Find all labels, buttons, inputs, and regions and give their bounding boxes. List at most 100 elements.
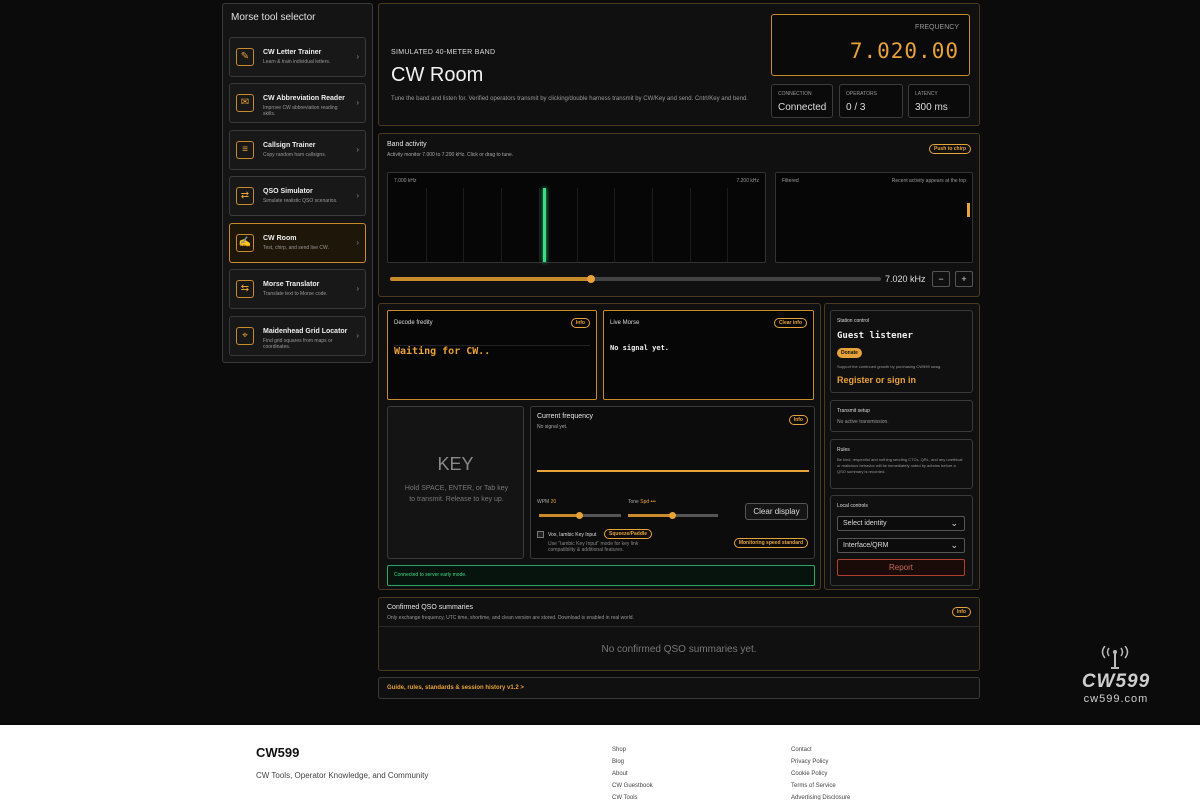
local-controls-title: Local controls bbox=[837, 503, 868, 509]
room-description: Tune the band and listen for. Verified o… bbox=[391, 96, 748, 102]
current-info-button[interactable]: Info bbox=[788, 415, 808, 425]
frequency-value: 7.020.00 bbox=[849, 39, 959, 63]
push-to-chirp-button[interactable]: Push to chirp bbox=[929, 144, 971, 154]
connection-status: Connected to server early mode. bbox=[387, 565, 815, 586]
qso-empty-state: No confirmed QSO summaries yet. bbox=[601, 644, 757, 655]
sidebar-item-desc: Translate text to Morse code. bbox=[263, 291, 328, 297]
connection-label: CONNECTION bbox=[778, 91, 812, 97]
iambic-checkbox[interactable] bbox=[537, 531, 544, 538]
register-link[interactable]: Register or sign in bbox=[837, 375, 916, 385]
tuner-slider[interactable] bbox=[390, 275, 881, 283]
chevron-down-icon: ⌄ bbox=[950, 518, 958, 528]
operators-value: 0 / 3 bbox=[846, 102, 866, 113]
signal-trace bbox=[537, 470, 809, 472]
wpm-slider[interactable] bbox=[539, 512, 621, 519]
footer-link[interactable]: About bbox=[612, 771, 628, 777]
sidebar-title: Morse tool selector bbox=[231, 12, 316, 23]
footer-link[interactable]: CW Guestbook bbox=[612, 783, 653, 789]
tool-icon: ⇄ bbox=[236, 187, 254, 205]
filtered-display: Filtered Recent activity appears at the … bbox=[775, 172, 973, 263]
iambic-description: Use "Iambic Key Input" mode for key link… bbox=[548, 541, 639, 553]
monitoring-speed-button[interactable]: Monitoring speed standard bbox=[733, 538, 808, 548]
footer-link[interactable]: Privacy Policy bbox=[791, 759, 828, 765]
tuner-fill bbox=[390, 277, 592, 281]
logo-url: cw599.com bbox=[1083, 693, 1149, 705]
transmit-title: Transmit setup bbox=[837, 408, 870, 414]
decode-info-button[interactable]: Info bbox=[570, 318, 590, 328]
squeeze-paddle-button[interactable]: Squeeze/Paddle bbox=[604, 529, 653, 539]
sidebar-item-label: CW Abbreviation Reader bbox=[263, 95, 345, 102]
footer-link[interactable]: CW Tools bbox=[612, 795, 638, 800]
tune-up-button[interactable]: + bbox=[955, 271, 973, 287]
chevron-right-icon: › bbox=[356, 98, 359, 107]
filtered-label: Filtered bbox=[782, 178, 799, 184]
tool-icon: ⌖ bbox=[236, 327, 254, 345]
page-title: CW Room bbox=[391, 64, 484, 86]
chevron-down-icon: ⌄ bbox=[950, 540, 958, 550]
tone-slider[interactable] bbox=[628, 512, 718, 519]
sidebar-item-maidenhead-grid-locator[interactable]: ⌖ Maidenhead Grid Locator Find grid square… bbox=[229, 316, 366, 356]
site-footer: CW599 CW Tools, Operator Knowledge, and … bbox=[0, 725, 1200, 800]
tune-down-button[interactable]: − bbox=[932, 271, 950, 287]
donate-button[interactable]: Donate bbox=[837, 348, 862, 358]
footer-link[interactable]: Cookie Policy bbox=[791, 771, 827, 777]
footer-brand: CW599 bbox=[256, 745, 300, 760]
sidebar-item-qso-simulator[interactable]: ⇄ QSO Simulator Simulate realistic QSO sce… bbox=[229, 176, 366, 216]
identity-select[interactable]: Select identity ⌄ bbox=[837, 516, 965, 531]
rules-box: Rules Be kind, respectful and nothing se… bbox=[830, 439, 973, 489]
signal-marker bbox=[542, 188, 546, 262]
operating-panel: Decode fredity Info Waiting for CW.. Liv… bbox=[378, 303, 821, 590]
band-activity-panel: Band activity Activity monitor 7.000 to … bbox=[378, 133, 980, 297]
qso-info-button[interactable]: Info bbox=[951, 607, 971, 617]
clear-display-button[interactable]: Clear display bbox=[745, 503, 808, 520]
sidebar-item-desc: Test, chirp, and send live CW. bbox=[263, 245, 329, 251]
waterfall-grid bbox=[388, 188, 765, 262]
tool-sidebar: Morse tool selector ✎ CW Letter Trainer Le… bbox=[222, 3, 373, 363]
guide-accordion[interactable]: Guide, rules, standards & session histor… bbox=[378, 677, 980, 699]
sidebar-item-cw-abbreviation-reader[interactable]: ✉ CW Abbreviation Reader Improve CW abbrev… bbox=[229, 83, 366, 123]
live-clear-button[interactable]: Clear info bbox=[773, 318, 807, 328]
cw-key-button[interactable]: KEY Hold SPACE, ENTER, or Tab key to tra… bbox=[387, 406, 524, 559]
tone-value: Spd bbox=[640, 499, 650, 505]
grid-line bbox=[614, 188, 616, 262]
footer-link[interactable]: Blog bbox=[612, 759, 624, 765]
footer-link[interactable]: Shop bbox=[612, 747, 626, 753]
footer-link[interactable]: Contact bbox=[791, 747, 812, 753]
sidebar-item-desc: Learn & train individual letters. bbox=[263, 59, 331, 65]
operators-label: OPERATORS bbox=[846, 91, 877, 97]
wpm-handle[interactable] bbox=[576, 512, 583, 519]
footer-link[interactable]: Advertising Disclosure bbox=[791, 795, 850, 800]
rules-text: Be kind, respectful and nothing sending … bbox=[837, 457, 963, 474]
chevron-right-icon: › bbox=[356, 238, 359, 247]
sidebar-item-cw-letter-trainer[interactable]: ✎ CW Letter Trainer Learn & train individu… bbox=[229, 37, 366, 77]
band-description: Activity monitor 7.000 to 7.200 kHz. Cli… bbox=[387, 152, 514, 158]
qso-title: Confirmed QSO summaries bbox=[387, 604, 473, 611]
support-text: Support the continued growth by purchasi… bbox=[837, 364, 942, 369]
sidebar-item-callsign-trainer[interactable]: ≡ Callsign Trainer Copy random ham callsig… bbox=[229, 130, 366, 170]
report-button[interactable]: Report bbox=[837, 559, 965, 576]
tool-icon: ✍ bbox=[236, 234, 254, 252]
waterfall-display[interactable]: 7.000 kHz 7.200 kHz bbox=[387, 172, 766, 263]
key-title: KEY bbox=[437, 454, 474, 474]
latency-stat: LATENCY 300 ms bbox=[908, 84, 970, 118]
footer-link[interactable]: Terms of Service bbox=[791, 783, 836, 789]
interface-select[interactable]: Interface/QRM ⌄ bbox=[837, 538, 965, 553]
sidebar-item-label: Morse Translator bbox=[263, 281, 320, 288]
grid-line bbox=[651, 188, 653, 262]
sidebar-item-morse-translator[interactable]: ⇆ Morse Translator Translate text to Morse… bbox=[229, 269, 366, 309]
tuner-handle[interactable] bbox=[587, 275, 596, 283]
latency-label: LATENCY bbox=[915, 91, 938, 97]
cw599-logo: CW599 cw599.com bbox=[1069, 646, 1163, 708]
waterfall-right-label: 7.200 kHz bbox=[736, 178, 759, 184]
antenna-icon bbox=[1101, 646, 1129, 669]
sidebar-item-cw-room[interactable]: ✍ CW Room Test, chirp, and send live CW. › bbox=[229, 223, 366, 263]
band-eyebrow: SIMULATED 40-METER BAND bbox=[391, 49, 496, 56]
grid-line bbox=[538, 188, 540, 262]
key-instructions: Hold SPACE, ENTER, or Tab key to transmi… bbox=[404, 485, 509, 503]
guide-link[interactable]: Guide, rules, standards & session histor… bbox=[387, 685, 524, 691]
recent-activity-label: Recent activity appears at the top bbox=[891, 178, 966, 184]
interface-select-value: Interface/QRM bbox=[843, 542, 889, 549]
station-control: Station control Guest listener Donate Su… bbox=[830, 310, 973, 393]
live-morse-panel: Live Morse Clear info No signal yet. bbox=[603, 310, 814, 400]
tone-handle[interactable] bbox=[669, 512, 676, 519]
